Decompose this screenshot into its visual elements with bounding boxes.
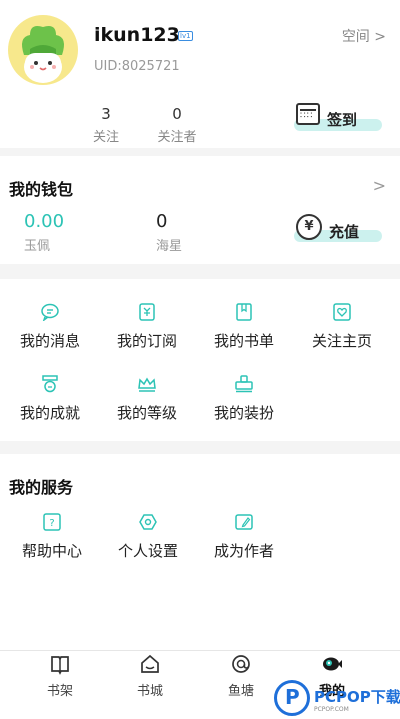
followers-count: 0 <box>172 105 182 123</box>
feature-grid: 我的消息 我的订阅 我的书单 关注主页 我的成就 我的等级 我的装扮 <box>0 279 400 441</box>
bookshelf-icon <box>51 656 69 675</box>
bookstore-icon <box>141 654 159 673</box>
recharge-label: 充值 <box>329 223 360 241</box>
services-title: 我的服务 <box>9 478 74 497</box>
level-badge: lv1 <box>178 31 193 41</box>
starfish-label: 海星 <box>156 239 183 254</box>
cabbage-character-icon <box>22 26 64 83</box>
jade-value: 0.00 <box>24 211 65 232</box>
tab-bookshelf[interactable]: 书架 <box>10 653 110 699</box>
svg-text:?: ? <box>49 518 54 529</box>
following-stat[interactable]: 3 关注 <box>76 105 136 145</box>
my-dressup-label: 我的装扮 <box>213 404 274 422</box>
tab-bookstore[interactable]: 书城 <box>100 653 200 699</box>
jade-label: 玉佩 <box>24 239 51 254</box>
my-booklist-label: 我的书单 <box>213 332 274 350</box>
my-achievements[interactable]: 我的成就 <box>0 375 100 423</box>
fishpond-icon <box>232 655 250 673</box>
tab-bookstore-label: 书城 <box>136 684 163 699</box>
my-booklist[interactable]: 我的书单 <box>194 303 294 351</box>
my-subscriptions[interactable]: 我的订阅 <box>97 303 197 351</box>
my-messages-label: 我的消息 <box>19 332 80 350</box>
dressup-icon <box>235 375 253 393</box>
follow-heart-icon <box>333 303 351 321</box>
subscription-icon <box>139 303 155 321</box>
followed-pages-label: 关注主页 <box>311 332 372 350</box>
jade-balance[interactable]: 0.00 玉佩 <box>24 211 64 254</box>
crown-icon <box>138 377 156 392</box>
wallet-chevron-icon[interactable]: > <box>373 176 386 195</box>
medal-icon <box>42 375 58 393</box>
site-watermark: PCPOP下载 PCPOP.COM <box>274 680 400 718</box>
wallet-card: 我的钱包 > 0.00 玉佩 0 海星 ¥ 充值 <box>0 156 400 264</box>
mine-fish-icon <box>323 657 342 671</box>
avatar[interactable] <box>8 15 78 85</box>
services-card: 我的服务 ? 帮助中心 个人设置 成为作者 <box>0 454 400 650</box>
space-link[interactable]: 空间 > <box>342 26 386 46</box>
help-center[interactable]: ? 帮助中心 <box>2 513 102 561</box>
username: ikun123 <box>94 24 180 46</box>
become-author[interactable]: 成为作者 <box>194 513 294 561</box>
message-icon <box>41 303 59 321</box>
watermark-subtext: PCPOP.COM <box>314 706 349 713</box>
followed-pages[interactable]: 关注主页 <box>292 303 392 351</box>
starfish-balance[interactable]: 0 海星 <box>156 211 182 254</box>
starfish-value: 0 <box>156 211 168 232</box>
author-icon <box>235 514 253 530</box>
followers-label: 关注者 <box>157 130 197 145</box>
checkin-label: 签到 <box>327 111 358 129</box>
personal-settings[interactable]: 个人设置 <box>98 513 198 561</box>
become-author-label: 成为作者 <box>213 542 274 560</box>
booklist-icon <box>236 303 252 321</box>
watermark-text: PCPOP下载 <box>314 688 400 706</box>
my-achievements-label: 我的成就 <box>19 404 80 422</box>
my-subscriptions-label: 我的订阅 <box>116 332 177 350</box>
user-id: UID:8025721 <box>94 59 180 74</box>
followers-stat[interactable]: 0 关注者 <box>147 105 207 145</box>
help-center-label: 帮助中心 <box>21 542 82 560</box>
yen-coin-icon: ¥ <box>296 214 322 240</box>
watermark-logo-icon <box>274 680 310 716</box>
my-dressup[interactable]: 我的装扮 <box>194 375 294 423</box>
wallet-title: 我的钱包 <box>9 180 74 199</box>
my-messages[interactable]: 我的消息 <box>0 303 100 351</box>
checkin-button[interactable]: 签到 <box>294 103 382 133</box>
my-level-label: 我的等级 <box>116 404 177 422</box>
help-icon: ? <box>43 513 61 531</box>
personal-settings-label: 个人设置 <box>117 542 178 560</box>
profile-header: ikun123 lv1 UID:8025721 空间 > 3 关注 0 关注者 … <box>0 0 400 148</box>
recharge-button[interactable]: ¥ 充值 <box>294 214 382 244</box>
following-label: 关注 <box>92 130 119 145</box>
my-level[interactable]: 我的等级 <box>97 375 197 423</box>
tab-bookshelf-label: 书架 <box>46 684 73 699</box>
settings-icon <box>139 514 157 530</box>
following-count: 3 <box>101 105 111 123</box>
calendar-icon <box>296 103 320 125</box>
